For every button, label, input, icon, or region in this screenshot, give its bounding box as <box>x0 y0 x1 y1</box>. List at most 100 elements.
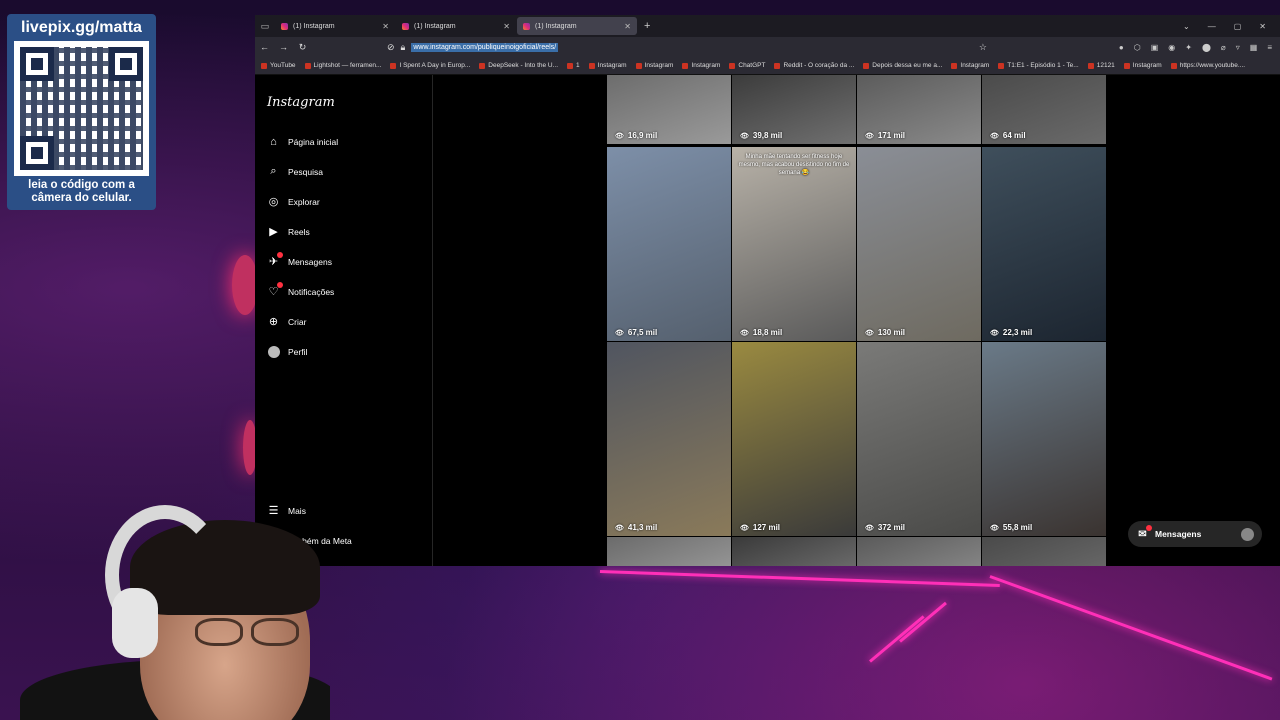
eye-icon: 👁︎ <box>990 329 999 337</box>
extension-icon[interactable]: ⬡ <box>1134 43 1141 52</box>
views-label: 127 mil <box>752 523 781 532</box>
reel-thumbnail[interactable]: 👁︎ 171 mil <box>857 75 981 144</box>
close-icon[interactable]: ✕ <box>382 22 389 31</box>
sidebar-item-notificações[interactable]: ♡ Notificações <box>267 282 334 298</box>
reel-thumbnail[interactable]: 👁︎ 127 mil <box>732 342 856 536</box>
extension-icon[interactable]: ✦ <box>1185 43 1192 52</box>
bookmark-item[interactable]: Depois dessa eu me a... <box>863 62 942 69</box>
maximize-icon[interactable]: ▢ <box>1234 22 1242 31</box>
bookmark-item[interactable]: Instagram <box>635 62 673 69</box>
browser-tab[interactable]: (1) Instagram ✕ <box>275 17 395 35</box>
bookmark-label: Lightshot — ferramen... <box>313 62 382 69</box>
reel-thumbnail[interactable]: 👁︎ 22,3 mil <box>982 147 1106 341</box>
reel-thumbnail[interactable]: 👁︎ 64 mil <box>982 75 1106 144</box>
reel-thumbnail[interactable]: 👁︎ 130 mil <box>857 147 981 341</box>
extension-icon[interactable]: ◉ <box>1168 43 1175 52</box>
extension-icon[interactable]: ▣ <box>1151 43 1159 52</box>
heart-icon: ♡ <box>267 282 283 298</box>
tab-list-icon[interactable]: ▭ <box>255 21 275 32</box>
sidebar-item-explorar[interactable]: ◎ Explorar <box>267 195 320 208</box>
bookmark-favicon-icon <box>1170 62 1177 69</box>
eye-icon: 👁︎ <box>990 524 999 532</box>
sidebar-item-mensagens[interactable]: ✈ Mensagens <box>267 252 332 268</box>
sidebar-item-label: Reels <box>288 226 310 237</box>
reel-thumbnail[interactable] <box>607 537 731 566</box>
instagram-page: Instagram ⌂ Página inicial ⌕ Pesquisa ◎ Explo… <box>255 75 1280 566</box>
reel-thumbnail[interactable]: 👁︎ 16,9 mil <box>607 75 731 144</box>
address-bar[interactable]: ⊘ 🔒︎ www.instagram.com/publiqueinoigofic… <box>387 42 987 53</box>
extension-icon[interactable]: ▿ <box>1236 43 1240 52</box>
bookmark-item[interactable]: Instagram <box>1123 62 1162 69</box>
bookmark-item[interactable]: Instagram <box>682 62 720 69</box>
bookmark-item[interactable]: Reddit - O coração da ... <box>774 62 854 69</box>
bookmark-favicon-icon <box>729 62 736 69</box>
reel-view-count: 👁︎ 127 mil <box>740 523 780 532</box>
bookmark-item[interactable]: ChatGPT <box>729 62 765 69</box>
eye-icon: 👁︎ <box>740 329 749 337</box>
extension-icon[interactable]: ● <box>1119 43 1124 52</box>
eye-icon: 👁︎ <box>740 524 749 532</box>
lock-icon[interactable]: 🔒︎ <box>401 42 406 53</box>
reel-view-count: 👁︎ 171 mil <box>865 131 905 140</box>
bookmark-item[interactable]: 12121 <box>1087 62 1115 69</box>
instagram-logo[interactable]: Instagram <box>267 95 335 110</box>
forward-icon[interactable]: → <box>274 42 293 52</box>
bookmark-item[interactable]: Lightshot — ferramen... <box>304 62 382 69</box>
messages-button[interactable]: ✉ Mensagens <box>1128 521 1262 547</box>
menu-icon[interactable]: ≡ <box>1267 43 1272 52</box>
sidebar-item-label: Pesquisa <box>288 166 323 177</box>
neon-stripe <box>869 615 925 663</box>
eye-icon: 👁︎ <box>865 329 874 337</box>
reel-thumbnail[interactable]: 👁︎ 67,5 mil <box>607 147 731 341</box>
bookmark-item[interactable]: DeepSeek - Into the U... <box>479 62 558 69</box>
sidebar-item-página-inicial[interactable]: ⌂ Página inicial <box>267 135 338 148</box>
tab-title: (1) Instagram <box>535 22 577 30</box>
browser-tab[interactable]: (1) Instagram ✕ <box>396 17 516 35</box>
reel-thumbnail[interactable]: 👁︎ 372 mil <box>857 342 981 536</box>
reel-thumbnail[interactable]: Minha mãe tentando ser fitness hoje mesm… <box>732 147 856 341</box>
bookmark-favicon-icon <box>863 62 870 69</box>
qr-finder <box>20 47 54 81</box>
bookmark-favicon-icon <box>304 62 311 69</box>
close-icon[interactable]: ✕ <box>503 22 510 31</box>
bookmark-item[interactable]: YouTube <box>261 62 296 69</box>
star-icon[interactable]: ☆ <box>979 42 987 53</box>
url-text[interactable]: www.instagram.com/publiqueinoigoficial/r… <box>411 42 559 52</box>
bookmark-favicon-icon <box>479 62 486 69</box>
sidebar-item-perfil[interactable]: Perfil <box>267 345 307 358</box>
minimize-icon[interactable]: — <box>1208 22 1216 31</box>
chevron-down-icon[interactable]: ⌄ <box>1183 22 1190 31</box>
extension-icon[interactable]: ▦ <box>1250 43 1258 52</box>
bookmark-item[interactable]: T1:E1 - Episódio 1 - Te... <box>998 62 1079 69</box>
extension-icon[interactable]: ⬤ <box>1202 43 1211 52</box>
bookmark-item[interactable]: https://www.youtube.... <box>1170 62 1246 69</box>
bookmark-item[interactable]: 1 <box>567 62 580 69</box>
reel-caption: Minha mãe tentando ser fitness hoje mesm… <box>738 154 850 176</box>
bookmark-item[interactable]: Instagram <box>588 62 627 69</box>
reel-thumbnail[interactable]: 👁︎ 41,3 mil <box>607 342 731 536</box>
reel-thumbnail[interactable]: 👁︎ 39,8 mil <box>732 75 856 144</box>
sidebar-item-pesquisa[interactable]: ⌕ Pesquisa <box>267 165 323 178</box>
extension-icon[interactable]: ⌀ <box>1221 43 1226 52</box>
tracking-shield-icon[interactable]: ⊘ <box>387 42 395 53</box>
views-label: 130 mil <box>877 328 906 337</box>
reel-thumbnail[interactable] <box>857 537 981 566</box>
close-icon[interactable]: ✕ <box>624 22 631 31</box>
bookmark-item[interactable]: Instagram <box>951 62 989 69</box>
close-icon[interactable]: ✕ <box>1259 22 1266 31</box>
back-icon[interactable]: ← <box>255 42 274 52</box>
window-controls: ⌄ — ▢ ✕ <box>1183 22 1280 31</box>
reload-icon[interactable]: ↻ <box>293 42 312 53</box>
tab-bar: ▭ (1) Instagram ✕ (1) Instagram ✕ (1) In… <box>255 15 1280 37</box>
bookmark-label: https://www.youtube.... <box>1179 62 1246 69</box>
reel-thumbnail[interactable] <box>982 537 1106 566</box>
reel-thumbnail[interactable] <box>732 537 856 566</box>
browser-tab-active[interactable]: (1) Instagram ✕ <box>517 17 637 35</box>
bookmark-favicon-icon <box>567 62 574 69</box>
sidebar-item-criar[interactable]: ⊕ Criar <box>267 315 307 328</box>
reel-thumbnail[interactable]: 👁︎ 55,8 mil <box>982 342 1106 536</box>
new-tab-icon[interactable]: + <box>644 20 650 32</box>
bookmark-label: Instagram <box>960 62 990 69</box>
bookmark-item[interactable]: I Spent A Day in Europ... <box>390 62 470 69</box>
sidebar-item-reels[interactable]: ▶ Reels <box>267 225 310 238</box>
